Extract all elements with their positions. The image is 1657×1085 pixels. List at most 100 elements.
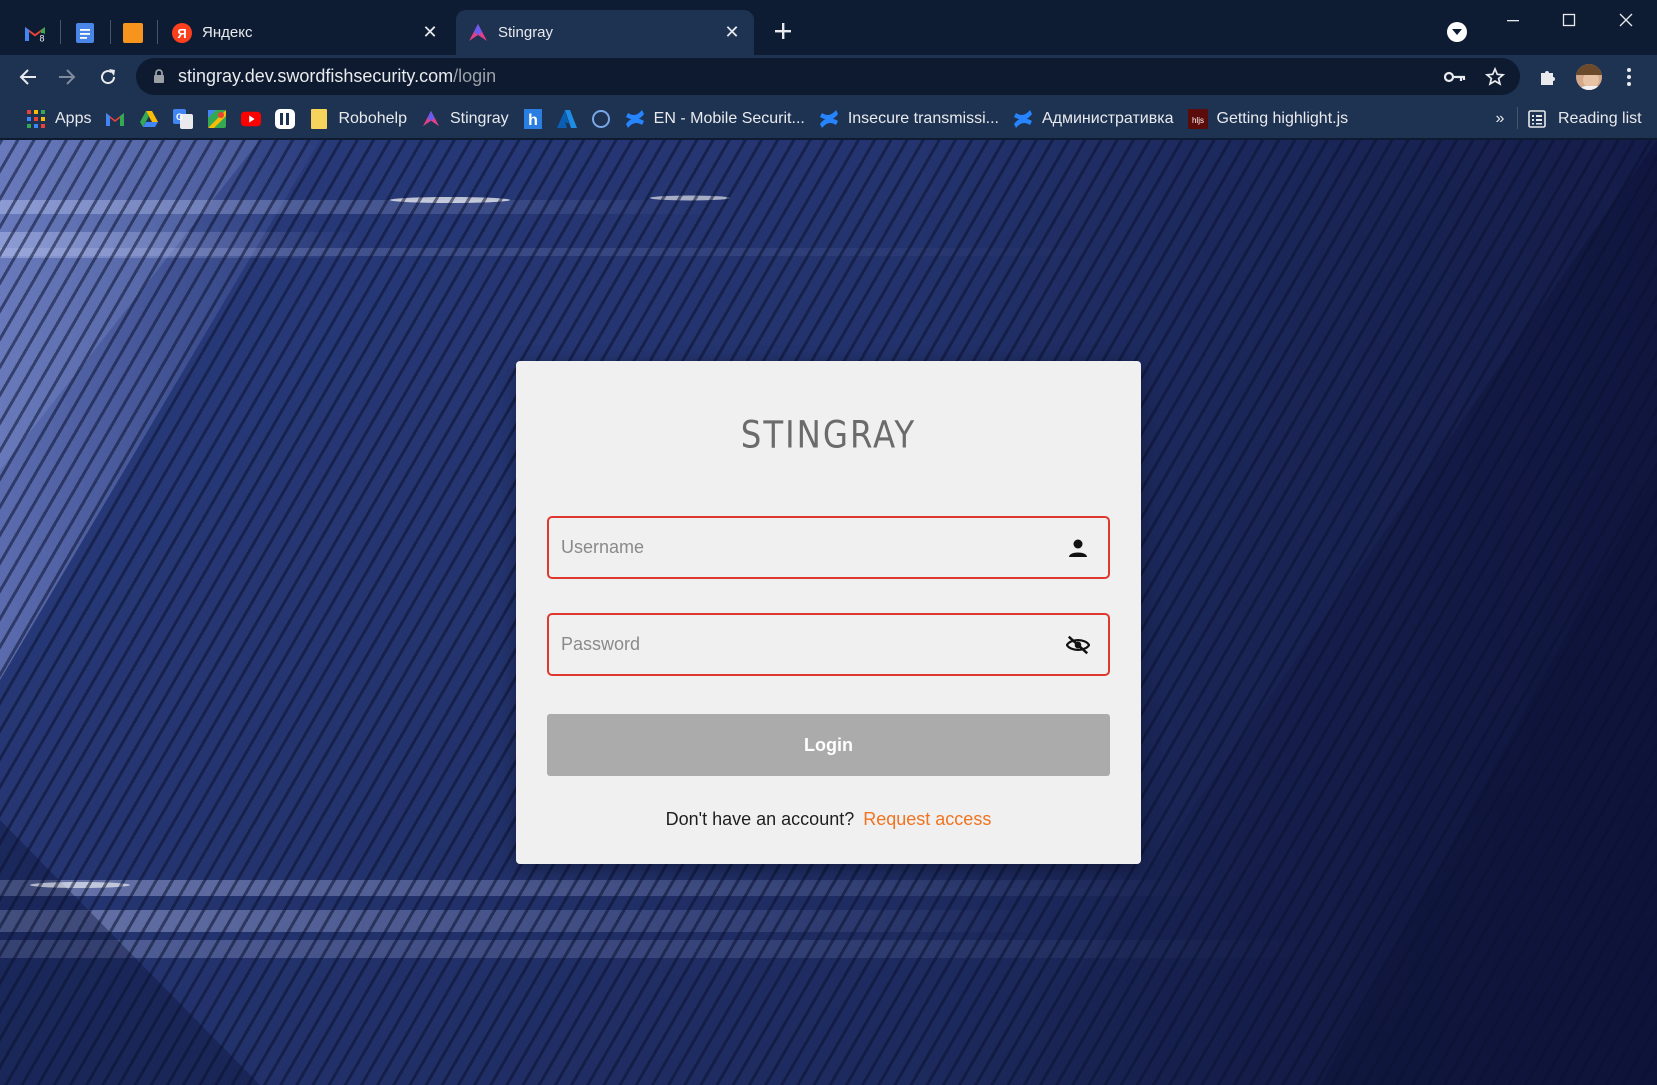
pinned-tab-orange[interactable]: [114, 14, 152, 52]
new-tab-button[interactable]: [770, 18, 796, 44]
tab-title: Яндекс: [202, 24, 253, 41]
login-card: STINGRAY Login Don't have an account? Re…: [516, 361, 1141, 864]
key-icon[interactable]: [1442, 64, 1468, 90]
tab-separator: [157, 20, 158, 44]
reload-button[interactable]: [94, 63, 122, 91]
yandex-icon: Я: [172, 22, 192, 43]
bookmark-gmail[interactable]: [98, 104, 132, 134]
circle-icon: [591, 109, 611, 129]
browser-toolbar: stingray.dev.swordfishsecurity.com/login: [0, 55, 1657, 99]
pinned-tab-gmail[interactable]: 8: [16, 14, 54, 52]
confluence-icon: [625, 109, 645, 129]
google-translate-icon: G: [173, 108, 194, 129]
forward-button[interactable]: [53, 63, 81, 91]
puzzle-icon: [1541, 71, 1555, 85]
arrow-right-icon: [59, 69, 76, 85]
request-access-link[interactable]: Request access: [863, 809, 991, 829]
bookmark-stingray[interactable]: Stingray: [414, 104, 516, 134]
bookmarks-divider: [1517, 107, 1518, 129]
maximize-button[interactable]: [1549, 8, 1589, 32]
bookmark-label: Apps: [55, 109, 92, 127]
tab-search-button[interactable]: [1447, 22, 1467, 42]
gmail-icon: [105, 109, 125, 129]
google-maps-icon: [207, 109, 227, 129]
tab-separator: [110, 20, 111, 44]
back-button[interactable]: [14, 63, 42, 91]
bookmark-label: Stingray: [449, 109, 509, 127]
url-text[interactable]: stingray.dev.swordfishsecurity.com/login: [178, 66, 496, 87]
apps-grid-icon: [26, 109, 46, 129]
gmail-icon: 8: [25, 27, 47, 44]
bookmark-label: Insecure transmissi...: [847, 109, 999, 127]
confluence-icon: [1013, 109, 1033, 129]
username-field[interactable]: [547, 516, 1110, 579]
gmail-badge: 8: [39, 34, 44, 44]
username-input[interactable]: [561, 518, 1041, 577]
bookmark-h[interactable]: h: [516, 104, 550, 134]
bookmark-youtube[interactable]: [234, 104, 268, 134]
user-icon: [1066, 536, 1090, 560]
hljs-icon: hljs: [1187, 108, 1208, 129]
bookmark-circle[interactable]: [584, 104, 618, 134]
pinned-tab-docs[interactable]: [66, 14, 104, 52]
url-host: stingray.dev.swordfishsecurity.com: [178, 66, 454, 86]
password-input[interactable]: [561, 615, 1041, 674]
bookmark-azure[interactable]: [550, 104, 584, 134]
tab-separator: [60, 20, 61, 44]
bookmark-translate[interactable]: G: [166, 104, 200, 134]
bookmark-label: Robohelp: [338, 109, 407, 127]
kebab-menu-icon: [1627, 68, 1631, 86]
bookmark-drive[interactable]: [132, 104, 166, 134]
pause-app-icon: [275, 108, 296, 129]
close-tab-icon[interactable]: ✕: [722, 22, 742, 43]
reading-list-label: Reading list: [1558, 110, 1642, 127]
azure-icon: [556, 109, 577, 129]
maximize-icon: [1562, 13, 1576, 27]
lock-icon[interactable]: [152, 69, 166, 85]
tab-yandex[interactable]: Я Яндекс ✕: [160, 10, 452, 55]
tab-stingray[interactable]: Stingray ✕: [456, 10, 754, 55]
google-drive-icon: [139, 109, 159, 129]
bookmark-app[interactable]: [268, 104, 302, 134]
stingray-icon: [421, 109, 441, 129]
bookmark-maps[interactable]: [200, 104, 234, 134]
profile-avatar[interactable]: [1574, 62, 1604, 92]
bookmark-insecure[interactable]: Insecure transmissi...: [812, 104, 1006, 134]
youtube-icon: [241, 109, 262, 129]
minimize-button[interactable]: [1493, 8, 1533, 32]
password-field[interactable]: [547, 613, 1110, 676]
bookmark-label: Административка: [1041, 109, 1174, 127]
close-tab-icon[interactable]: ✕: [420, 22, 440, 43]
address-bar[interactable]: stingray.dev.swordfishsecurity.com/login: [136, 58, 1520, 95]
svg-text:G: G: [176, 112, 183, 122]
h-logo-icon: h: [523, 108, 543, 129]
reload-icon: [101, 69, 116, 85]
bookmark-admin[interactable]: Административка: [1006, 104, 1181, 134]
stingray-icon: [469, 23, 487, 41]
plus-icon: [775, 23, 791, 39]
login-button[interactable]: Login: [547, 714, 1110, 776]
bookmark-en-mobile[interactable]: EN - Mobile Securit...: [618, 104, 812, 134]
folder-icon: [309, 108, 329, 129]
bookmarks-overflow-button[interactable]: »: [1490, 104, 1510, 134]
url-path: /login: [453, 66, 497, 86]
star-icon[interactable]: [1482, 64, 1508, 90]
browser-menu-button[interactable]: [1615, 63, 1643, 91]
bookmark-highlightjs[interactable]: hljs Getting highlight.js: [1181, 104, 1356, 134]
brand-logo: STINGRAY: [740, 413, 917, 458]
reading-list-button[interactable]: Reading list: [1528, 104, 1642, 134]
eye-off-icon[interactable]: [1066, 633, 1090, 657]
bookmark-label: EN - Mobile Securit...: [653, 109, 805, 127]
bookmark-label: Getting highlight.js: [1216, 109, 1349, 127]
docs-icon: [76, 23, 94, 43]
svg-text:h: h: [528, 112, 538, 129]
svg-text:hljs: hljs: [1191, 116, 1203, 125]
svg-text:Я: Я: [177, 26, 186, 41]
orange-square-icon: [123, 23, 143, 43]
request-access-line: Don't have an account? Request access: [516, 809, 1141, 830]
close-window-button[interactable]: [1606, 8, 1646, 32]
bookmarks-bar: Apps G Robohelp Stingray h EN - Mobile S…: [0, 99, 1657, 139]
bookmark-robohelp[interactable]: Robohelp: [302, 104, 414, 134]
extensions-button[interactable]: [1534, 63, 1562, 91]
bookmark-apps[interactable]: Apps: [19, 104, 98, 134]
